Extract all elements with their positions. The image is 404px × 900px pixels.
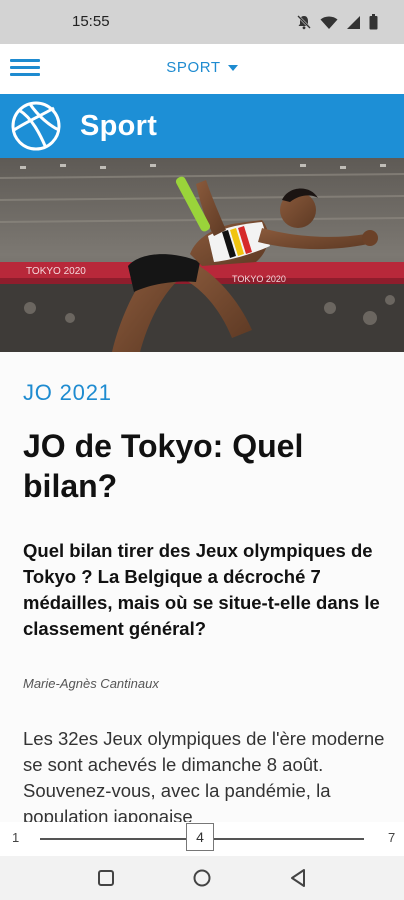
svg-text:TOKYO 2020: TOKYO 2020	[26, 266, 86, 277]
article: JO 2021 JO de Tokyo: Quel bilan? Quel bi…	[0, 352, 404, 822]
hero-image[interactable]: TOKYO 2020 TOKYO 2020	[0, 158, 404, 352]
status-bar: 15:55	[0, 0, 404, 44]
recent-apps-icon[interactable]	[94, 866, 118, 890]
caret-down-icon	[227, 65, 238, 72]
article-body: Les 32es Jeux olympiques de l'ère modern…	[23, 728, 385, 822]
svg-text:TOKYO 2020: TOKYO 2020	[232, 274, 286, 284]
status-time: 15:55	[72, 13, 110, 30]
app-header: SPORT	[0, 44, 404, 95]
page-slider[interactable]: 1 4 7	[0, 822, 404, 856]
back-icon[interactable]	[287, 866, 311, 890]
signal-icon	[347, 15, 360, 29]
article-category[interactable]: JO 2021	[23, 380, 112, 406]
mute-icon	[297, 15, 311, 30]
wifi-icon	[320, 16, 338, 29]
basketball-icon	[11, 101, 61, 151]
section-dropdown-label: SPORT	[166, 59, 221, 76]
page-slider-end-label: 7	[388, 830, 396, 845]
home-icon[interactable]	[190, 866, 214, 890]
section-dropdown[interactable]: SPORT	[0, 59, 404, 76]
section-title: Sport	[80, 109, 158, 142]
battery-icon	[369, 14, 378, 30]
article-headline: JO de Tokyo: Quel bilan?	[23, 428, 304, 504]
system-nav-bar	[0, 856, 404, 900]
article-author: Marie-Agnès Cantinaux	[23, 676, 159, 691]
section-banner: Sport	[0, 94, 404, 158]
status-icons	[296, 14, 378, 30]
page-slider-start-label: 1	[12, 830, 20, 845]
page-slider-thumb[interactable]: 4	[186, 823, 214, 851]
article-lead: Quel bilan tirer des Jeux olympiques de …	[23, 540, 380, 639]
